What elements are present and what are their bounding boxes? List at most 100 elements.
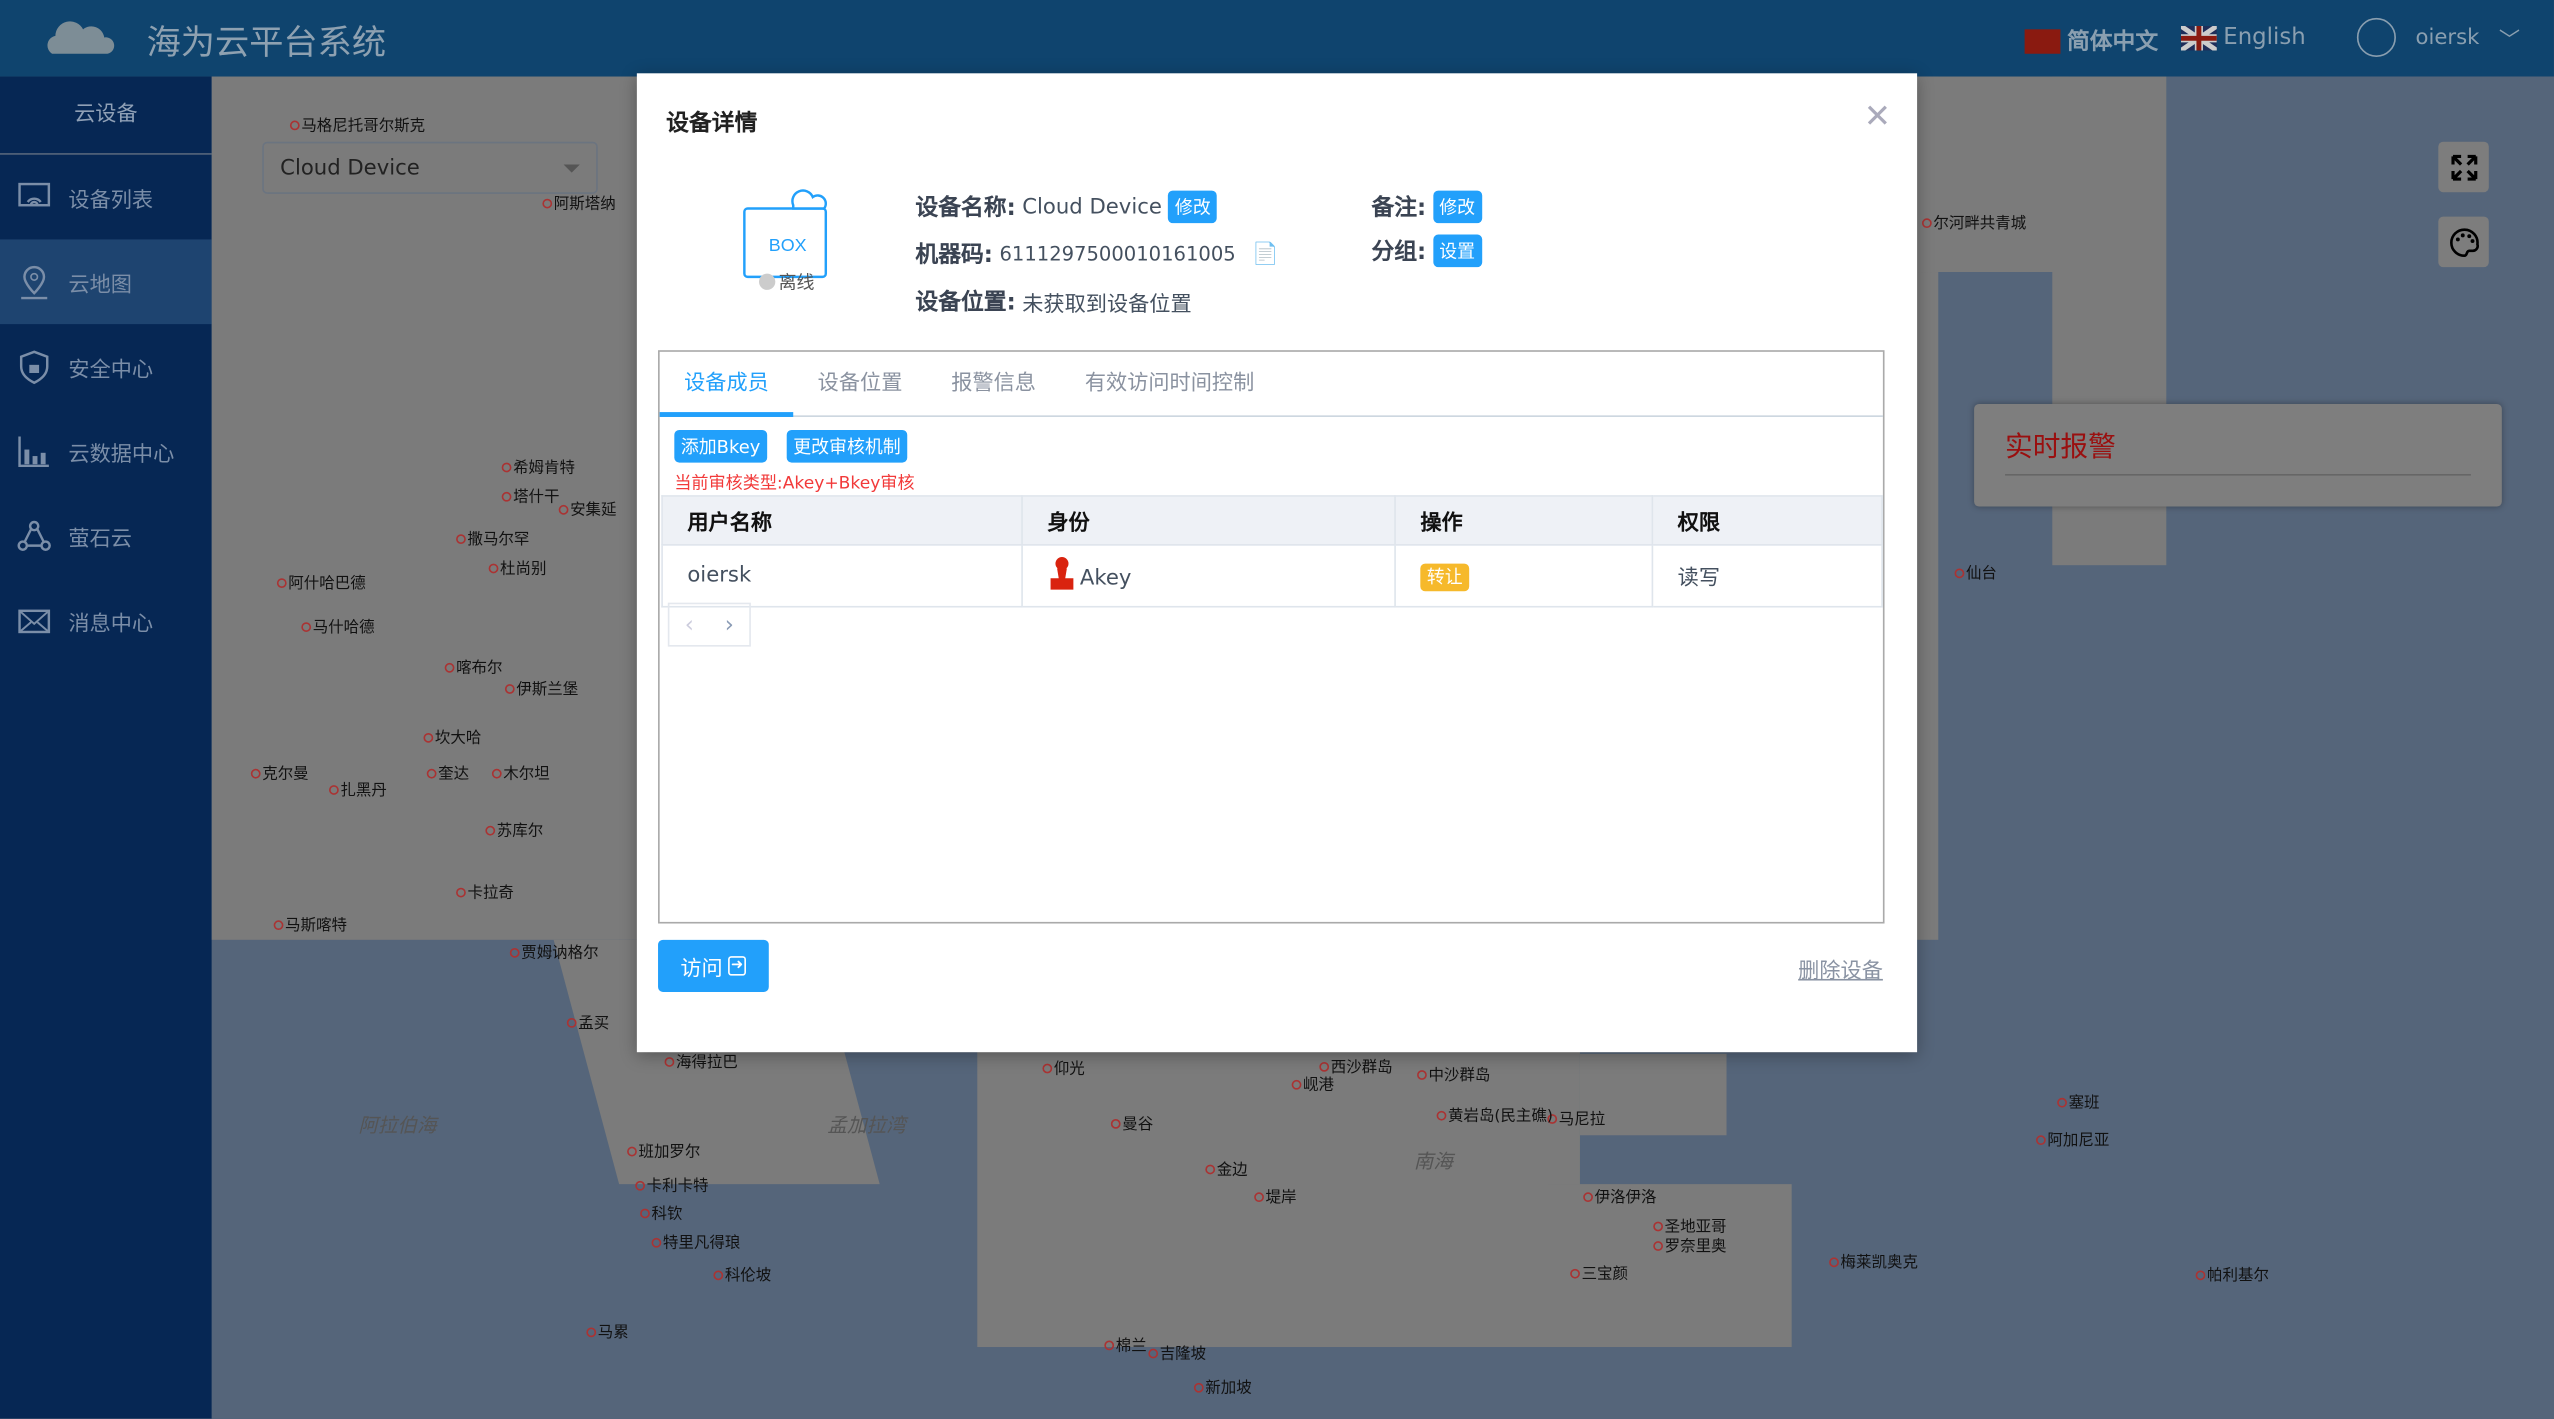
sidebar-section-title: 云设备 bbox=[0, 77, 212, 155]
transfer-button[interactable]: 转让 bbox=[1420, 562, 1470, 591]
map-city-label: 金边 bbox=[1205, 1156, 1248, 1179]
user-menu[interactable]: oiersk ﹀ bbox=[2356, 17, 2520, 58]
visit-label: 访问 bbox=[680, 956, 723, 982]
role-label: Akey bbox=[1079, 566, 1132, 591]
add-bkey-button[interactable]: 添加Bkey bbox=[674, 430, 767, 463]
svg-text:BOX: BOX bbox=[769, 235, 807, 255]
tab-location[interactable]: 设备位置 bbox=[793, 352, 927, 416]
device-detail-dialog: 设备详情 ✕ BOX 离线 设备名称: Cloud Device 修改 机器码: 61… bbox=[636, 73, 1918, 1053]
fullscreen-button[interactable] bbox=[2438, 141, 2489, 193]
map-city-label: 阿加尼亚 bbox=[2036, 1127, 2109, 1150]
akey-user-icon bbox=[1050, 556, 1074, 589]
machine-code: 6111297500010161005 bbox=[999, 242, 1236, 266]
cell-permission: 读写 bbox=[1651, 544, 1883, 608]
map-city-label: 特里凡得琅 bbox=[652, 1230, 740, 1253]
table-row: oiersk Akey 转让 读写 bbox=[661, 544, 1883, 608]
sidebar-item-4[interactable]: 萤石云 bbox=[0, 494, 212, 579]
map-city-label: 撒马尔罕 bbox=[456, 526, 529, 549]
sidebar-item-2[interactable]: 安全中心 bbox=[0, 324, 212, 409]
tab-members[interactable]: 设备成员 bbox=[659, 352, 794, 417]
sidebar-item-5[interactable]: 消息中心 bbox=[0, 578, 212, 663]
cloud-logo-icon bbox=[47, 21, 115, 54]
map-city-label: 堤岸 bbox=[1254, 1184, 1297, 1207]
map-city-label: 苏库尔 bbox=[485, 818, 543, 841]
location-label: 设备位置: bbox=[915, 289, 1016, 316]
edit-remark-button[interactable]: 修改 bbox=[1432, 190, 1482, 224]
map-city-label: 棉兰 bbox=[1104, 1332, 1147, 1355]
tab-access-time[interactable]: 有效访问时间控制 bbox=[1060, 352, 1278, 416]
alarm-title: 实时报警 bbox=[2005, 431, 2116, 465]
status-label: 离线 bbox=[778, 272, 815, 294]
device-name-row: 设备名称: Cloud Device 修改 bbox=[915, 190, 1218, 224]
map-city-label: 喀布尔 bbox=[445, 655, 502, 678]
map-city-label: 阿什哈巴德 bbox=[277, 570, 365, 593]
copy-icon[interactable]: 📄 bbox=[1252, 242, 1278, 266]
detail-panel: 设备成员 设备位置 报警信息 有效访问时间控制 添加Bkey 更改审核机制 当前… bbox=[658, 350, 1885, 924]
next-page-button[interactable]: › bbox=[725, 612, 734, 638]
delete-device-link[interactable]: 删除设备 bbox=[1798, 953, 1883, 983]
col-action: 操作 bbox=[1394, 495, 1654, 546]
map-city-label: 马尼拉 bbox=[1547, 1106, 1605, 1129]
app-title: 海为云平台系统 bbox=[146, 22, 387, 62]
device-name: Cloud Device bbox=[1022, 194, 1162, 220]
change-audit-button[interactable]: 更改审核机制 bbox=[786, 430, 908, 463]
device-select-value: Cloud Device bbox=[280, 156, 420, 181]
map-city-label: 奎达 bbox=[427, 761, 469, 784]
map-city-label: 尔河畔共青城 bbox=[1922, 210, 2026, 233]
map-city-label: 扎黑丹 bbox=[329, 777, 386, 800]
cell-action: 转让 bbox=[1394, 544, 1654, 608]
tab-alarms[interactable]: 报警信息 bbox=[927, 352, 1061, 416]
sidebar-item-label: 安全中心 bbox=[68, 357, 154, 382]
group-label: 分组: bbox=[1371, 239, 1427, 266]
sidebar-item-label: 云地图 bbox=[68, 272, 132, 298]
sidebar-item-label: 云数据中心 bbox=[68, 442, 175, 467]
sidebar-item-1[interactable]: 云地图 bbox=[0, 239, 212, 325]
map-city-label: 孟买 bbox=[567, 1010, 609, 1033]
members-table: 用户名称 身份 操作 权限 oiersk Akey 转让 读写 bbox=[661, 495, 1883, 608]
set-group-button[interactable]: 设置 bbox=[1432, 234, 1482, 268]
map-city-label: 马斯喀特 bbox=[274, 912, 347, 935]
visit-button[interactable]: 访问 ➜ bbox=[658, 939, 769, 992]
name-label: 设备名称: bbox=[915, 195, 1016, 222]
edit-name-button[interactable]: 修改 bbox=[1168, 190, 1218, 224]
sidebar-item-label: 消息中心 bbox=[68, 611, 154, 637]
map-city-label: 黄岩岛(民主礁) bbox=[1437, 1103, 1553, 1126]
map-city-label: 帕利基尔 bbox=[2196, 1262, 2269, 1285]
map-city-label: 曼谷 bbox=[1111, 1111, 1153, 1134]
map-city-label: 科钦 bbox=[640, 1200, 683, 1223]
shield-lock-icon bbox=[19, 350, 49, 385]
pagination: ‹ › bbox=[667, 602, 751, 647]
map-city-label: 贾姆讷格尔 bbox=[510, 940, 598, 963]
machine-code-row: 机器码: 6111297500010161005 📄 bbox=[915, 238, 1278, 271]
lang-zh-button[interactable]: 简体中文 bbox=[2024, 24, 2158, 57]
divider bbox=[2005, 473, 2471, 476]
remark-row: 备注: 修改 bbox=[1371, 190, 1482, 224]
map-city-label: 木尔坦 bbox=[492, 761, 549, 784]
map-city-label: 杜尚别 bbox=[489, 555, 546, 578]
user-avatar-icon bbox=[2356, 17, 2396, 58]
location-row: 设备位置: 未获取到设备位置 bbox=[915, 285, 1191, 318]
enter-icon: ➜ bbox=[727, 956, 747, 976]
lang-en-label: English bbox=[2223, 24, 2306, 51]
close-button[interactable]: ✕ bbox=[1864, 96, 1891, 135]
map-style-button[interactable] bbox=[2438, 216, 2489, 268]
sidebar: 云设备 设备列表云地图安全中心云数据中心萤石云消息中心 bbox=[0, 76, 212, 1419]
map-city-label: 吉隆坡 bbox=[1148, 1341, 1206, 1363]
device-select[interactable]: Cloud Device bbox=[262, 141, 598, 194]
sidebar-item-label: 设备列表 bbox=[68, 188, 154, 213]
top-header: 海为云平台系统 简体中文 English oiersk ﹀ bbox=[0, 0, 2554, 77]
sidebar-item-0[interactable]: 设备列表 bbox=[0, 155, 212, 240]
bar-chart-icon bbox=[18, 436, 49, 468]
network-icon bbox=[17, 520, 51, 551]
prev-page-button[interactable]: ‹ bbox=[685, 612, 694, 638]
sidebar-item-3[interactable]: 云数据中心 bbox=[0, 409, 212, 494]
remark-label: 备注: bbox=[1371, 195, 1427, 222]
audit-type-text: 当前审核类型:Akey+Bkey审核 bbox=[674, 473, 915, 494]
map-city-label: 马什哈德 bbox=[301, 614, 375, 637]
lang-en-button[interactable]: English bbox=[2180, 24, 2306, 51]
expand-icon bbox=[2450, 153, 2477, 180]
map-city-label: 三宝颜 bbox=[1570, 1261, 1628, 1284]
map-city-label: 新加坡 bbox=[1194, 1375, 1251, 1398]
map-city-label: 克尔曼 bbox=[251, 761, 308, 784]
map-city-label: 梅莱凯奥克 bbox=[1829, 1249, 1918, 1272]
